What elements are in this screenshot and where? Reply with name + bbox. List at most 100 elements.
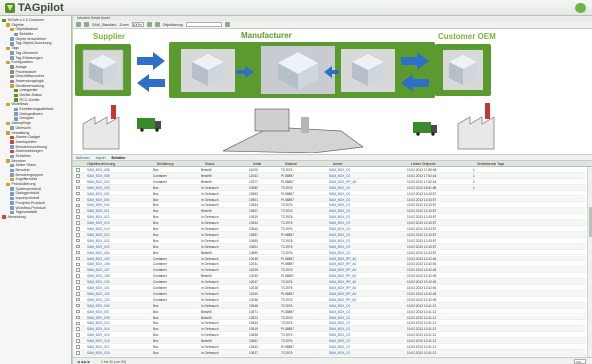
column-header[interactable]: Behältertyp bbox=[157, 162, 174, 166]
row-checkbox[interactable] bbox=[76, 197, 80, 202]
table-cell[interactable]: SAM_BOX_101 bbox=[87, 286, 110, 290]
row-checkbox[interactable] bbox=[76, 244, 80, 249]
table-cell[interactable]: SAM_BOX_008 bbox=[87, 174, 110, 178]
table-cell[interactable]: SAM_BOX_109 bbox=[87, 280, 110, 284]
column-header[interactable]: Anmel bbox=[333, 162, 342, 166]
row-checkbox[interactable] bbox=[76, 315, 80, 320]
row-checkbox[interactable] bbox=[76, 351, 80, 355]
vertical-scrollbar[interactable] bbox=[587, 167, 592, 357]
table-cell[interactable]: SAM_BOX_RP_A0 bbox=[329, 292, 356, 296]
row-checkbox[interactable] bbox=[76, 345, 80, 349]
table-cell[interactable]: SAM_BOX_C0 bbox=[329, 192, 350, 196]
column-header[interactable]: Status bbox=[205, 162, 214, 166]
table-cell[interactable]: SAM_BOX_006 bbox=[87, 168, 110, 172]
row-checkbox[interactable] bbox=[76, 268, 80, 272]
table-cell[interactable]: SAM_BOX_001 bbox=[87, 192, 110, 196]
table-cell[interactable]: SAM_BOX_017 bbox=[87, 345, 110, 349]
table-cell[interactable]: SAM_BOX_C0 bbox=[329, 209, 350, 213]
table-cell[interactable]: SAM_BOX_021 bbox=[87, 239, 110, 243]
tab[interactable]: Import bbox=[96, 156, 106, 160]
row-checkbox[interactable] bbox=[76, 250, 80, 255]
table-cell[interactable]: SAM_BOX_C0 bbox=[329, 316, 350, 320]
table-cell[interactable]: SAM_BOX_C0 bbox=[329, 327, 350, 331]
row-checkbox[interactable] bbox=[76, 274, 80, 278]
row-checkbox[interactable] bbox=[76, 333, 80, 337]
table-cell[interactable]: SAM_BOX_024 bbox=[87, 251, 110, 255]
table-cell[interactable]: SAM_BOX_C0 bbox=[329, 251, 350, 255]
table-cell[interactable]: SAM_BOX_009 bbox=[87, 316, 110, 320]
sidebar-item[interactable]: Abmeldung bbox=[0, 215, 71, 220]
row-checkbox[interactable] bbox=[76, 256, 80, 261]
row-checkbox[interactable] bbox=[76, 280, 80, 284]
row-checkbox[interactable] bbox=[76, 321, 80, 326]
table-cell[interactable]: SAM_BOX_RP_A0 bbox=[329, 298, 356, 302]
table-cell[interactable]: SAM_BOX_C0 bbox=[329, 168, 350, 172]
table-cell[interactable]: SAM_BOX_C0 bbox=[329, 245, 350, 249]
table-cell[interactable]: SAM_BOX_RP_A0 bbox=[329, 268, 356, 272]
column-header[interactable]: Objektbezeichnung bbox=[87, 162, 115, 166]
table-cell[interactable]: SAM_BOX_103 bbox=[87, 298, 110, 302]
table-cell[interactable]: SAM_BOX_C0 bbox=[329, 345, 350, 349]
table-cell[interactable]: SAM_BOX_108 bbox=[87, 274, 110, 278]
table-cell[interactable]: SAM_BOX_C0 bbox=[329, 321, 350, 325]
row-checkbox[interactable] bbox=[76, 227, 80, 231]
table-cell[interactable]: SAM_BOX_018 bbox=[87, 351, 110, 355]
table-cell[interactable]: SAM_BOX_003 bbox=[87, 198, 110, 202]
table-cell[interactable]: SAM_BOX_000 bbox=[87, 186, 110, 190]
row-checkbox[interactable] bbox=[76, 203, 80, 208]
table-cell[interactable]: SAM_BOX_C0 bbox=[329, 227, 350, 231]
row-checkbox[interactable] bbox=[76, 292, 80, 296]
table-cell[interactable]: SAM_BOX_004 bbox=[87, 203, 110, 207]
pager-icons[interactable]: ◀ ◀ ▶ ▶ bbox=[77, 360, 90, 364]
row-checkbox[interactable] bbox=[76, 221, 80, 225]
table-cell[interactable]: SAM_BOX_106 bbox=[87, 262, 110, 266]
search-icon[interactable] bbox=[224, 22, 230, 27]
table-cell[interactable]: SAM_BOX_015 bbox=[87, 333, 110, 337]
table-cell[interactable]: SAM_BOX_C0 bbox=[329, 339, 350, 343]
column-header[interactable]: Letzter Zeitpunkt bbox=[411, 162, 436, 166]
row-checkbox[interactable] bbox=[76, 209, 80, 213]
table-cell[interactable]: SAM_BOX_C0 bbox=[329, 221, 350, 225]
object-ref-input[interactable] bbox=[185, 22, 222, 27]
table-cell[interactable]: SAM_BOX_C0 bbox=[329, 215, 350, 219]
table-cell[interactable]: SAM_BOX_RP_A0 bbox=[329, 280, 356, 284]
view-selector[interactable]: SAM_Standard bbox=[92, 23, 116, 27]
column-header[interactable]: Verbleibende Tage bbox=[477, 162, 504, 166]
table-cell[interactable]: SAM_BOX_019 bbox=[87, 227, 110, 231]
table-cell[interactable]: SAM_BOX_C0 bbox=[329, 239, 350, 243]
row-checkbox[interactable] bbox=[76, 327, 80, 331]
zoom-select[interactable]: 100% bbox=[131, 22, 144, 27]
back-icon[interactable] bbox=[76, 22, 81, 27]
table-cell[interactable]: SAM_BOX_C0 bbox=[329, 333, 350, 337]
table-cell[interactable]: SAM_BOX_C0 bbox=[329, 174, 350, 178]
table-cell[interactable]: SAM_BOX_016 bbox=[87, 339, 110, 343]
table-cell[interactable]: SAM_BOX_C0 bbox=[329, 186, 350, 190]
row-checkbox[interactable] bbox=[76, 297, 80, 302]
help-icon[interactable] bbox=[575, 3, 586, 13]
table-cell[interactable]: SAM_BOX_C0 bbox=[329, 351, 350, 355]
row-checkbox[interactable] bbox=[76, 309, 80, 314]
page-size-select[interactable]: 100 bbox=[574, 359, 586, 364]
table-cell[interactable]: SAM_BOX_023 bbox=[87, 245, 110, 249]
row-checkbox[interactable] bbox=[76, 339, 80, 343]
table-cell[interactable]: SAM_BOX_102 bbox=[87, 292, 110, 296]
table-cell[interactable]: SAM_BOX_107 bbox=[87, 268, 110, 272]
row-checkbox[interactable] bbox=[76, 168, 80, 172]
table-cell[interactable]: SAM_BOX_010 bbox=[87, 321, 110, 325]
tab[interactable]: Behälter bbox=[112, 156, 126, 160]
table-cell[interactable]: SAM_BOX_C0 bbox=[329, 304, 350, 308]
table-cell[interactable]: SAM_BOX_C0 bbox=[329, 233, 350, 237]
row-checkbox[interactable] bbox=[76, 286, 80, 290]
table-cell[interactable]: SAM_BOX_RP_A0 bbox=[329, 286, 356, 290]
row-checkbox[interactable] bbox=[76, 215, 80, 219]
table-cell[interactable]: SAM_BOX_007 bbox=[87, 310, 110, 314]
row-checkbox[interactable] bbox=[76, 185, 80, 190]
column-header[interactable]: Material bbox=[285, 162, 297, 166]
table-cell[interactable]: SAM_BOX_RP_A0 bbox=[329, 262, 356, 266]
table-cell[interactable]: SAM_BOX_011 bbox=[87, 209, 109, 213]
row-checkbox[interactable] bbox=[76, 238, 80, 243]
forward-icon[interactable] bbox=[84, 22, 89, 27]
print-icon[interactable] bbox=[154, 22, 160, 27]
column-header[interactable]: Inhalt bbox=[253, 162, 261, 166]
table-cell[interactable]: SAM_BOX_100 bbox=[87, 257, 110, 261]
